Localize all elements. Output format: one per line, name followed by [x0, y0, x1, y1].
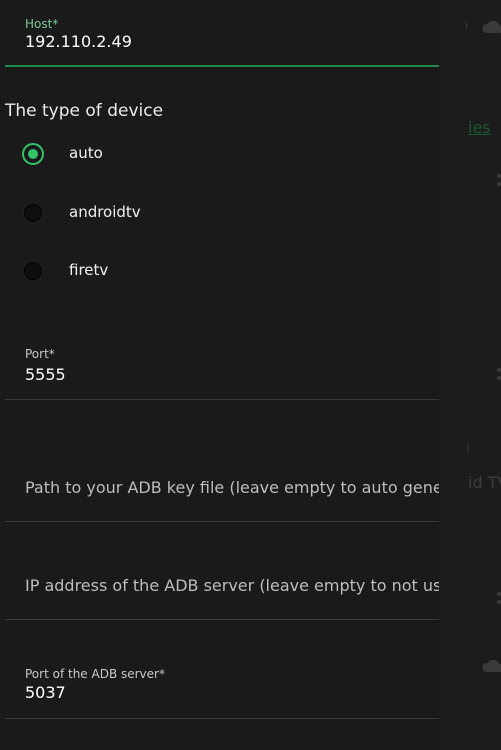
radio-option-androidtv[interactable]: androidtv [22, 202, 422, 228]
adb-server-ip-underline [5, 619, 439, 620]
radio-button-unchecked[interactable] [22, 202, 44, 224]
more-vert-icon [497, 592, 501, 604]
radio-label: androidtv [69, 203, 141, 221]
adb-server-ip-field[interactable]: IP address of the ADB server (leave empt… [5, 540, 439, 622]
background-text-fragment: ı [465, 18, 469, 32]
page: ı ies ı id TV Host* 192.110.2.49 The typ… [0, 0, 501, 750]
adb-server-port-underline [5, 718, 439, 719]
host-field[interactable]: Host* 192.110.2.49 [5, 0, 439, 70]
options-dialog: Host* 192.110.2.49 The type of device au… [0, 0, 440, 750]
radio-label: firetv [69, 261, 109, 279]
adb-server-port-field[interactable]: Port of the ADB server* 5037 [5, 655, 439, 721]
port-input[interactable]: 5555 [25, 365, 66, 384]
port-field-underline [5, 399, 439, 400]
radio-button-checked[interactable] [22, 143, 44, 165]
cloud-icon [482, 20, 501, 33]
adb-server-port-input[interactable]: 5037 [25, 683, 66, 702]
adb-key-path-input[interactable]: Path to your ADB key file (leave empty t… [25, 478, 439, 497]
adb-server-port-label: Port of the ADB server* [25, 667, 165, 681]
port-field-label: Port* [25, 347, 55, 361]
more-vert-icon [497, 174, 501, 186]
host-field-label: Host* [25, 17, 59, 31]
more-vert-icon [497, 368, 501, 380]
background-text-fragment: id TV [468, 473, 501, 492]
radio-option-firetv[interactable]: firetv [22, 260, 422, 286]
background-text-fragment: ı [466, 440, 470, 454]
host-input[interactable]: 192.110.2.49 [25, 32, 132, 51]
device-type-title: The type of device [5, 101, 164, 121]
adb-key-path-field[interactable]: Path to your ADB key file (leave empty t… [5, 420, 439, 523]
background-page: ı ies ı id TV [440, 0, 501, 750]
radio-button-unchecked[interactable] [22, 260, 44, 282]
host-field-underline [5, 65, 439, 67]
radio-label: auto [69, 144, 103, 162]
cloud-icon [482, 659, 501, 672]
background-link-fragment: ies [468, 118, 491, 137]
adb-server-ip-input[interactable]: IP address of the ADB server (leave empt… [25, 576, 439, 595]
radio-option-auto[interactable]: auto [22, 143, 422, 169]
port-field[interactable]: Port* 5555 [5, 335, 439, 401]
adb-key-path-underline [5, 521, 439, 522]
